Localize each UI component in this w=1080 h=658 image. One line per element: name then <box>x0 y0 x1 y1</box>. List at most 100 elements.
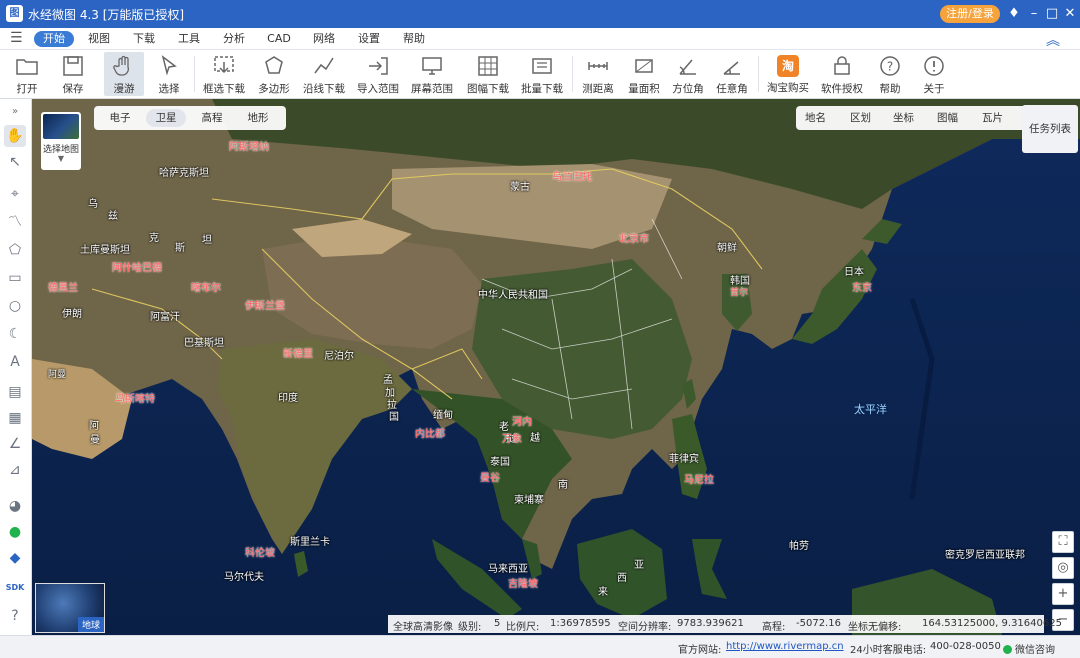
map-type-elevation[interactable]: 高程 <box>192 109 232 127</box>
fullscreen-icon[interactable]: ⛶ <box>1052 531 1074 553</box>
overlay-sheets[interactable]: 图幅 <box>937 110 958 125</box>
measure-area-button[interactable]: 量面积 <box>624 52 664 96</box>
question-icon[interactable]: ? <box>4 605 26 627</box>
rectangle-tool-icon[interactable]: ▭ <box>4 267 26 289</box>
frame-download-label: 框选下载 <box>203 83 245 95</box>
azimuth-icon <box>679 59 696 75</box>
overlay-place-names[interactable]: 地名 <box>805 110 826 125</box>
line-download-button[interactable]: 沿线下载 <box>300 52 348 96</box>
about-button[interactable]: 关于 <box>916 52 952 96</box>
help-icon: ? <box>880 56 900 76</box>
frame-download-button[interactable]: 框选下载 <box>200 52 248 96</box>
lock-icon <box>834 56 850 75</box>
menu-settings[interactable]: 设置 <box>354 31 384 47</box>
map-view[interactable]: 哈萨克斯坦 蒙古 乌 兹 克 土库曼斯坦 斯 坦 伊朗 阿富汗 巴基斯坦 尼泊尔… <box>32 99 1080 635</box>
area-measure-tool-icon[interactable]: ▦ <box>4 407 26 429</box>
screen-range-button[interactable]: 屏幕范围 <box>408 52 456 96</box>
polygon-button[interactable]: 多边形 <box>254 52 294 96</box>
capital-label: 万象 <box>502 434 522 445</box>
batch-download-button[interactable]: 批量下载 <box>518 52 566 96</box>
menu-tools[interactable]: 工具 <box>174 31 204 47</box>
pan-button[interactable]: 漫游 <box>104 52 144 96</box>
line-tool-icon[interactable]: 〽 <box>4 211 26 233</box>
pin-tool-icon[interactable]: ⌖ <box>4 183 26 205</box>
status-bar: 官方网站: http://www.rivermap.cn 24小时客服电话: 4… <box>0 635 1080 658</box>
polygon-icon <box>265 56 283 74</box>
map-label: 亚 <box>634 560 644 571</box>
layer-selector[interactable]: 选择地图 ▼ <box>41 112 81 170</box>
collapse-ribbon-icon[interactable]: ︽ <box>1046 30 1060 50</box>
app-icon: 图 <box>6 5 23 22</box>
menu-help[interactable]: 帮助 <box>399 31 429 47</box>
menu-cad[interactable]: CAD <box>264 31 294 47</box>
save-button[interactable]: 保存 <box>54 52 92 96</box>
login-button[interactable]: 注册/登录 <box>940 5 1000 23</box>
overlay-toggles: 地名 区划 坐标 图幅 瓦片 <box>796 106 1046 130</box>
menu-start[interactable]: 开始 <box>34 31 74 47</box>
minimize-icon[interactable]: – <box>1024 4 1044 24</box>
globe-tool-icon[interactable]: ◕ <box>4 495 26 517</box>
ruler-tool-icon[interactable]: ▤ <box>4 381 26 403</box>
layer-thumbnail <box>43 114 79 139</box>
close-icon[interactable]: ✕ <box>1060 4 1080 24</box>
license-button[interactable]: 软件授权 <box>818 52 866 96</box>
import-range-label: 导入范围 <box>357 83 399 95</box>
hand-icon <box>113 55 129 76</box>
pan-tool-icon[interactable]: ✋ <box>4 125 26 147</box>
locate-icon[interactable]: ◎ <box>1052 557 1074 579</box>
taobao-label: 淘宝购买 <box>767 82 809 94</box>
sheet-download-label: 图幅下载 <box>467 83 509 95</box>
wechat-consult-button[interactable]: 微信咨询 <box>1003 641 1055 656</box>
measure-distance-label: 测距离 <box>582 83 614 95</box>
globe-minimap[interactable]: 地球 <box>35 583 105 633</box>
expand-icon[interactable]: » <box>4 101 26 123</box>
capital-label: 喀布尔 <box>191 283 221 294</box>
map-label: 土库曼斯坦 <box>80 245 130 256</box>
website-link[interactable]: http://www.rivermap.cn <box>726 641 844 652</box>
task-list-button[interactable]: 任务列表 <box>1022 105 1078 153</box>
map-label: 印度 <box>278 393 298 404</box>
capital-label: 北京市 <box>619 234 649 245</box>
map-type-electronic[interactable]: 电子 <box>100 109 140 127</box>
zoom-in-button[interactable]: + <box>1052 583 1074 605</box>
skin-icon[interactable]: ♦ <box>1004 4 1024 24</box>
map-label: 克 <box>149 233 159 244</box>
overlay-coordinates[interactable]: 坐标 <box>893 110 914 125</box>
select-button[interactable]: 选择 <box>150 52 188 96</box>
circle-tool-icon[interactable]: ○ <box>4 295 26 317</box>
wechat-consult-label: 微信咨询 <box>1015 645 1055 656</box>
sheet-download-button[interactable]: 图幅下载 <box>462 52 514 96</box>
angle-tool-icon[interactable]: ⊿ <box>4 459 26 481</box>
select-tool-icon[interactable]: ↖ <box>4 151 26 173</box>
menu-network[interactable]: 网络 <box>309 31 339 47</box>
area-tool-icon[interactable]: ⬠ <box>4 239 26 261</box>
import-range-button[interactable]: 导入范围 <box>354 52 402 96</box>
map-info-bar: 全球高清影像 级别: 5 比例尺: 1:36978595 空间分辨率: 9783… <box>388 615 1062 633</box>
overlay-tiles[interactable]: 瓦片 <box>982 110 1003 125</box>
green-tool-icon[interactable]: ● <box>4 521 26 543</box>
help-button[interactable]: ? 帮助 <box>872 52 908 96</box>
arc-tool-icon[interactable]: ☾ <box>4 323 26 345</box>
menu-analysis[interactable]: 分析 <box>219 31 249 47</box>
menu-download[interactable]: 下载 <box>129 31 159 47</box>
map-label: 泰国 <box>490 457 510 468</box>
maximize-icon[interactable]: □ <box>1042 4 1062 24</box>
pan-label: 漫游 <box>113 83 135 95</box>
azimuth-tool-icon[interactable]: ∠ <box>4 433 26 455</box>
hamburger-icon[interactable]: ☰ <box>10 30 23 46</box>
blue-tool-icon[interactable]: ◆ <box>4 547 26 569</box>
measure-distance-button[interactable]: 测距离 <box>578 52 618 96</box>
any-angle-button[interactable]: 任意角 <box>712 52 752 96</box>
scale-label: 比例尺: <box>506 622 540 633</box>
taobao-button[interactable]: 淘 淘宝购买 <box>764 52 812 96</box>
map-type-terrain[interactable]: 地形 <box>238 109 278 127</box>
capital-label: 阿斯塔纳 <box>229 142 269 153</box>
map-type-satellite[interactable]: 卫星 <box>146 109 186 127</box>
overlay-districts[interactable]: 区划 <box>850 110 871 125</box>
open-button[interactable]: 打开 <box>8 52 46 96</box>
azimuth-button[interactable]: 方位角 <box>668 52 708 96</box>
map-label: 乌 <box>88 199 98 210</box>
text-tool-icon[interactable]: A <box>4 351 26 373</box>
sdk-icon[interactable]: SDK <box>4 577 26 599</box>
menu-view[interactable]: 视图 <box>84 31 114 47</box>
